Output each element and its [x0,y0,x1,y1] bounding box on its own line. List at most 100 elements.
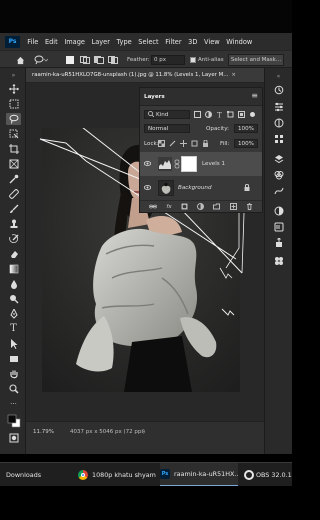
gradient-tool-icon[interactable] [6,263,21,275]
marquee-tool-icon[interactable] [6,98,21,110]
opacity-input[interactable]: 100% [234,124,258,133]
blend-mode-select[interactable]: Normal [144,124,190,133]
color-panel-icon[interactable] [271,116,286,129]
plugins-panel-icon[interactable] [271,254,286,267]
menu-select[interactable]: Select [135,38,162,46]
layers-panel-icon[interactable] [271,152,286,165]
taskbar-downloads[interactable]: Downloads [6,463,74,487]
lock-transparent-icon[interactable] [158,140,165,147]
lasso-tool-preset-icon[interactable] [34,51,48,69]
antialias-checkbox-wrap[interactable]: Anti-alias [190,51,224,69]
menu-window[interactable]: Window [223,38,256,46]
quick-mask-icon[interactable] [6,432,21,444]
layers-panel-title[interactable]: Layers [144,94,165,100]
layer-name[interactable]: Levels 1 [202,161,225,167]
background-thumbnail [158,180,174,196]
object-selection-tool-icon[interactable] [6,128,21,140]
new-adjustment-layer-icon[interactable] [197,203,205,210]
shape-filter-icon[interactable] [227,111,234,118]
kind-filter-select[interactable]: Kind [144,110,190,119]
adjustments-panel-icon[interactable] [271,204,286,217]
pen-tool-icon[interactable] [6,308,21,320]
visibility-eye-icon[interactable] [143,184,152,192]
feather-input[interactable]: 0 px [151,55,185,65]
document-tab[interactable]: raamin-ka-uR51HXLO7G8-unsplash (1).jpg @… [26,68,266,83]
smart-object-filter-icon[interactable] [238,111,245,118]
type-filter-icon[interactable]: T [216,111,223,119]
select-and-mask-button[interactable]: Select and Mask... [228,54,284,66]
menu-view[interactable]: View [201,38,223,46]
hand-tool-icon[interactable] [6,368,21,380]
frame-tool-icon[interactable] [6,158,21,170]
healing-brush-tool-icon[interactable] [6,188,21,200]
panel-collapse-icon[interactable]: « [271,70,286,83]
layer-link-icon[interactable] [174,159,180,169]
zoom-level[interactable]: 11.79% [33,429,54,435]
home-icon[interactable] [16,51,25,69]
menu-file[interactable]: File [24,38,42,46]
add-selection-icon[interactable] [80,51,90,69]
layer-mask-thumbnail[interactable] [181,156,197,172]
layer-row-levels-1[interactable]: Levels 1 [140,152,262,176]
zoom-tool-icon[interactable] [6,383,21,395]
filter-toggle-icon[interactable] [250,112,255,117]
paths-panel-icon[interactable] [271,184,286,197]
blur-tool-icon[interactable] [6,278,21,290]
brush-tool-icon[interactable] [6,203,21,215]
taskbar-chrome[interactable]: 1080p khatu shyam ... [78,463,158,487]
bottom-black-band [0,486,292,520]
libraries-panel-icon[interactable] [271,220,286,233]
channels-panel-icon[interactable] [271,168,286,181]
close-icon[interactable]: × [231,72,236,78]
share-panel-icon[interactable] [271,236,286,249]
taskbar-photoshop[interactable]: Ps raamin-ka-uR51HX... [160,463,238,487]
clone-stamp-tool-icon[interactable] [6,218,21,230]
rectangle-tool-icon[interactable] [6,353,21,365]
fill-input[interactable]: 100% [234,139,258,148]
lock-pixels-icon[interactable] [169,140,176,147]
new-selection-icon[interactable] [66,51,74,69]
menu-layer[interactable]: Layer [88,38,113,46]
layer-name[interactable]: Background [178,185,212,191]
more-tools-icon[interactable]: ··· [6,398,21,410]
move-tool-icon[interactable] [6,83,21,95]
properties-panel-icon[interactable] [271,100,286,113]
new-group-icon[interactable] [213,203,221,210]
color-swatches[interactable] [6,413,21,429]
new-layer-icon[interactable] [229,203,237,210]
menu-type[interactable]: Type [113,38,135,46]
menu-filter[interactable]: Filter [162,38,185,46]
lock-position-icon[interactable] [180,140,187,147]
menu-image[interactable]: Image [61,38,88,46]
taskbar-obs[interactable]: OBS 32.0.1 [244,463,292,487]
status-menu-arrow[interactable]: › [142,429,144,435]
panel-menu-icon[interactable]: ≡ [251,91,258,100]
history-panel-icon[interactable] [271,83,286,96]
menu-edit[interactable]: Edit [42,38,61,46]
eyedropper-tool-icon[interactable] [6,173,21,185]
menu-3d[interactable]: 3D [185,38,201,46]
obs-icon [244,470,254,480]
lasso-tool-icon[interactable] [6,113,21,125]
lock-artboard-icon[interactable] [191,140,198,147]
pixel-filter-icon[interactable] [194,111,201,118]
path-selection-tool-icon[interactable] [6,338,21,350]
delete-layer-icon[interactable] [246,203,253,210]
layer-style-fx-icon[interactable]: fx [166,204,171,210]
toolbar-collapse-icon[interactable]: » [6,70,21,82]
crop-tool-icon[interactable] [6,143,21,155]
type-tool-icon[interactable]: T [6,323,21,335]
swatches-panel-icon[interactable] [271,132,286,145]
link-layers-icon[interactable] [149,203,158,210]
add-mask-icon[interactable] [181,203,188,210]
subtract-selection-icon[interactable] [94,51,104,69]
visibility-eye-icon[interactable] [143,160,152,168]
lock-all-icon[interactable] [202,140,209,147]
dodge-tool-icon[interactable] [6,293,21,305]
antialias-checkbox[interactable] [190,57,196,63]
history-brush-tool-icon[interactable] [6,233,21,245]
eraser-tool-icon[interactable] [6,248,21,260]
intersect-selection-icon[interactable] [108,51,118,69]
layer-row-background[interactable]: Background [140,176,262,200]
adjustment-filter-icon[interactable] [205,111,212,118]
